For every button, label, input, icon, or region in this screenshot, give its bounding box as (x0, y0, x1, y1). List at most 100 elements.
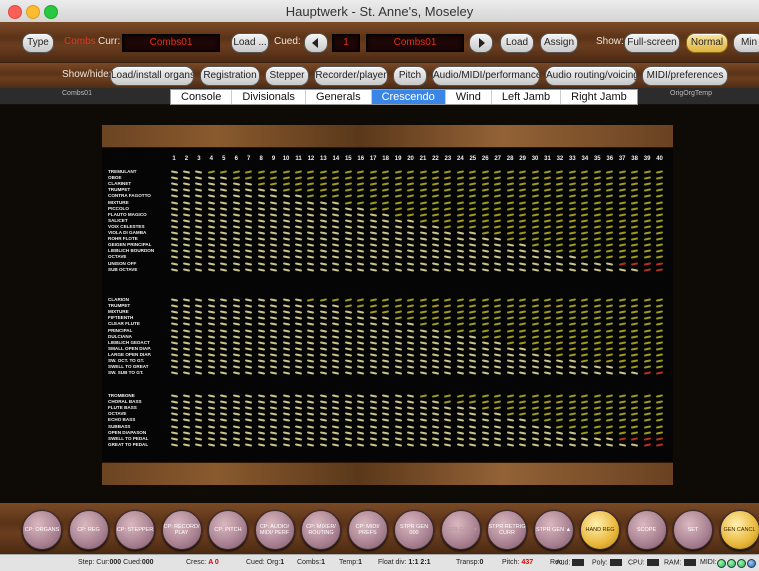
crescendo-stage-switch[interactable] (419, 243, 426, 246)
crescendo-stage-switch[interactable] (394, 341, 401, 344)
crescendo-stage-switch[interactable] (220, 207, 227, 210)
crescendo-stage-switch[interactable] (357, 400, 364, 403)
crescendo-stage-switch[interactable] (394, 310, 401, 313)
piston-button[interactable]: SET (673, 510, 713, 550)
crescendo-stage-switch[interactable] (208, 329, 215, 332)
crescendo-stage-switch[interactable] (594, 353, 601, 356)
crescendo-stage-switch[interactable] (469, 329, 476, 332)
crescendo-stage-switch[interactable] (606, 329, 613, 332)
crescendo-stage-switch[interactable] (469, 437, 476, 440)
crescendo-stage-switch[interactable] (619, 189, 626, 192)
crescendo-stage-switch[interactable] (469, 317, 476, 320)
crescendo-stage-switch[interactable] (531, 195, 538, 198)
crescendo-stage-switch[interactable] (270, 431, 277, 434)
crescendo-stage-switch[interactable] (382, 341, 389, 344)
crescendo-stage-switch[interactable] (507, 365, 514, 368)
piston-button[interactable]: CP: RECORD/ PLAY (162, 510, 202, 550)
crescendo-stage-switch[interactable] (382, 256, 389, 259)
crescendo-stage-switch[interactable] (332, 219, 339, 222)
crescendo-stage-switch[interactable] (345, 207, 352, 210)
crescendo-stage-switch[interactable] (531, 347, 538, 350)
crescendo-stage-switch[interactable] (606, 413, 613, 416)
crescendo-stage-switch[interactable] (270, 419, 277, 422)
crescendo-stage-switch[interactable] (556, 365, 563, 368)
crescendo-stage-switch[interactable] (656, 419, 663, 422)
crescendo-stage-switch[interactable] (531, 213, 538, 216)
crescendo-stage-switch[interactable] (258, 201, 265, 204)
crescendo-stage-switch[interactable] (357, 335, 364, 338)
crescendo-stage-switch[interactable] (407, 353, 414, 356)
crescendo-stage-switch[interactable] (556, 304, 563, 307)
crescendo-stage-switch[interactable] (382, 353, 389, 356)
crescendo-stage-switch[interactable] (482, 437, 489, 440)
crescendo-stage-switch[interactable] (606, 298, 613, 301)
crescendo-stage-switch[interactable] (183, 231, 190, 234)
crescendo-stage-switch[interactable] (258, 329, 265, 332)
crescendo-stage-switch[interactable] (594, 256, 601, 259)
crescendo-stage-switch[interactable] (457, 365, 464, 368)
crescendo-stage-switch[interactable] (544, 304, 551, 307)
crescendo-stage-switch[interactable] (345, 437, 352, 440)
crescendo-stage-switch[interactable] (183, 189, 190, 192)
crescendo-stage-switch[interactable] (183, 323, 190, 326)
crescendo-stage-switch[interactable] (606, 310, 613, 313)
crescendo-stage-switch[interactable] (419, 413, 426, 416)
crescendo-stage-switch[interactable] (581, 213, 588, 216)
crescendo-stage-switch[interactable] (282, 359, 289, 362)
crescendo-stage-switch[interactable] (419, 250, 426, 253)
crescendo-stage-switch[interactable] (320, 431, 327, 434)
crescendo-stage-switch[interactable] (569, 341, 576, 344)
crescendo-stage-switch[interactable] (233, 195, 240, 198)
crescendo-stage-switch[interactable] (482, 310, 489, 313)
crescendo-stage-switch[interactable] (519, 237, 526, 240)
crescendo-stage-switch[interactable] (581, 207, 588, 210)
crescendo-stage-switch[interactable] (432, 219, 439, 222)
crescendo-stage-switch[interactable] (619, 250, 626, 253)
crescendo-stage-switch[interactable] (606, 371, 613, 374)
crescendo-stage-switch[interactable] (345, 419, 352, 422)
tab-left-jamb[interactable]: Left Jamb (492, 90, 561, 104)
crescendo-stage-switch[interactable] (519, 170, 526, 173)
crescendo-stage-switch[interactable] (556, 353, 563, 356)
crescendo-stage-switch[interactable] (332, 201, 339, 204)
crescendo-stage-switch[interactable] (320, 213, 327, 216)
crescendo-stage-switch[interactable] (320, 304, 327, 307)
crescendo-stage-switch[interactable] (419, 365, 426, 368)
crescendo-stage-switch[interactable] (407, 243, 414, 246)
crescendo-stage-switch[interactable] (394, 201, 401, 204)
crescendo-stage-switch[interactable] (320, 207, 327, 210)
crescendo-stage-switch[interactable] (208, 323, 215, 326)
crescendo-stage-switch[interactable] (444, 400, 451, 403)
crescendo-stage-switch[interactable] (656, 406, 663, 409)
crescendo-stage-switch[interactable] (531, 201, 538, 204)
crescendo-stage-switch[interactable] (170, 323, 177, 326)
crescendo-stage-switch[interactable] (307, 371, 314, 374)
crescendo-stage-switch[interactable] (519, 335, 526, 338)
crescendo-stage-switch[interactable] (643, 365, 650, 368)
crescendo-stage-switch[interactable] (195, 419, 202, 422)
crescendo-stage-switch[interactable] (258, 298, 265, 301)
crescendo-stage-switch[interactable] (444, 298, 451, 301)
crescendo-stage-switch[interactable] (183, 170, 190, 173)
crescendo-stage-switch[interactable] (531, 182, 538, 185)
crescendo-stage-switch[interactable] (507, 225, 514, 228)
crescendo-stage-switch[interactable] (544, 237, 551, 240)
crescendo-stage-switch[interactable] (631, 225, 638, 228)
crescendo-stage-switch[interactable] (208, 365, 215, 368)
crescendo-stage-switch[interactable] (581, 443, 588, 446)
crescendo-stage-switch[interactable] (357, 201, 364, 204)
crescendo-stage-switch[interactable] (457, 237, 464, 240)
crescendo-stage-switch[interactable] (594, 317, 601, 320)
crescendo-stage-switch[interactable] (643, 347, 650, 350)
crescendo-stage-switch[interactable] (382, 201, 389, 204)
crescendo-stage-switch[interactable] (494, 317, 501, 320)
crescendo-stage-switch[interactable] (469, 310, 476, 313)
crescendo-stage-switch[interactable] (320, 406, 327, 409)
crescendo-stage-switch[interactable] (357, 394, 364, 397)
crescendo-stage-switch[interactable] (656, 323, 663, 326)
crescendo-stage-switch[interactable] (220, 201, 227, 204)
crescendo-stage-switch[interactable] (531, 262, 538, 265)
crescendo-stage-switch[interactable] (170, 176, 177, 179)
crescendo-stage-switch[interactable] (619, 406, 626, 409)
crescendo-stage-switch[interactable] (357, 213, 364, 216)
